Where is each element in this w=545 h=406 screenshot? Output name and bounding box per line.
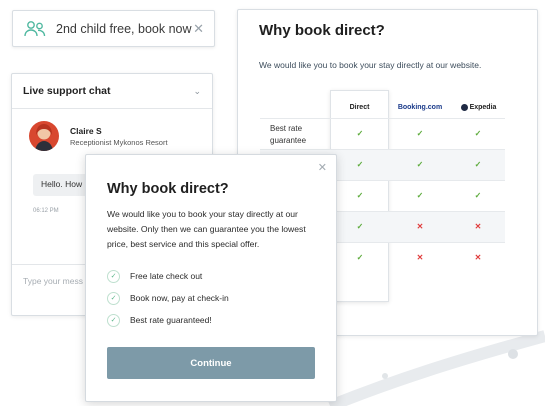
check-icon: ✓ xyxy=(416,191,424,200)
check-icon: ✓ xyxy=(356,160,364,169)
chat-title: Live support chat xyxy=(23,85,111,97)
cross-icon: ✕ xyxy=(416,222,424,231)
check-icon: ✓ xyxy=(474,191,482,200)
check-circle-icon: ✓ xyxy=(107,313,120,327)
column-header-direct: Direct xyxy=(349,103,370,111)
check-icon: ✓ xyxy=(356,222,364,231)
people-icon xyxy=(23,20,47,38)
message-time: 06:12 PM xyxy=(33,208,59,214)
check-icon: ✓ xyxy=(416,129,424,138)
list-item: ✓ Free late check out xyxy=(107,265,229,287)
check-icon: ✓ xyxy=(474,129,482,138)
agent-role: Receptionist Mykonos Resort xyxy=(70,137,168,147)
modal-title: Why book direct? xyxy=(107,181,229,197)
row-label: Best rate guarantee xyxy=(270,124,307,145)
chevron-down-icon[interactable]: ⌄ xyxy=(193,86,201,97)
close-icon[interactable]: ✕ xyxy=(318,161,327,174)
list-item: ✓ Book now, pay at check-in xyxy=(107,287,229,309)
comparison-title: Why book direct? xyxy=(259,22,385,39)
agent-info: Claire S Receptionist Mykonos Resort xyxy=(29,121,168,151)
check-circle-icon: ✓ xyxy=(107,269,120,283)
check-icon: ✓ xyxy=(356,129,364,138)
comparison-subtitle: We would like you to book your stay dire… xyxy=(259,60,482,70)
cross-icon: ✕ xyxy=(474,222,482,231)
column-header-expedia: Expedia xyxy=(452,96,505,118)
feature-label: Best rate guaranteed! xyxy=(130,315,212,325)
cross-icon: ✕ xyxy=(474,253,482,262)
book-direct-modal: ✕ Why book direct? We would like you to … xyxy=(85,154,337,402)
promo-text: 2nd child free, book now xyxy=(56,21,192,36)
cross-icon: ✕ xyxy=(416,253,424,262)
column-header-booking: Booking.com xyxy=(397,103,443,111)
continue-button[interactable]: Continue xyxy=(107,347,315,379)
check-icon: ✓ xyxy=(356,191,364,200)
check-circle-icon: ✓ xyxy=(107,291,120,305)
promo-notification[interactable]: 2nd child free, book now ✕ xyxy=(12,10,215,47)
chat-input[interactable]: Type your mess xyxy=(23,276,83,286)
expedia-logo-icon xyxy=(460,103,468,111)
check-icon: ✓ xyxy=(416,160,424,169)
avatar xyxy=(29,121,59,151)
check-icon: ✓ xyxy=(474,160,482,169)
feature-label: Free late check out xyxy=(130,271,203,281)
column-header-expedia-label: Expedia xyxy=(469,103,497,111)
chat-header[interactable]: Live support chat ⌄ xyxy=(12,74,212,109)
modal-description: We would like you to book your stay dire… xyxy=(107,209,306,249)
feature-label: Book now, pay at check-in xyxy=(130,293,229,303)
agent-name: Claire S xyxy=(70,125,102,136)
table-row: Best rate guarantee ✓ ✓ ✓ xyxy=(260,118,505,149)
stage: 2nd child free, book now ✕ Why book dire… xyxy=(0,0,545,406)
close-icon[interactable]: ✕ xyxy=(193,21,204,37)
check-icon: ✓ xyxy=(356,253,364,262)
feature-list: ✓ Free late check out ✓ Book now, pay at… xyxy=(107,265,229,331)
list-item: ✓ Best rate guaranteed! xyxy=(107,309,229,331)
